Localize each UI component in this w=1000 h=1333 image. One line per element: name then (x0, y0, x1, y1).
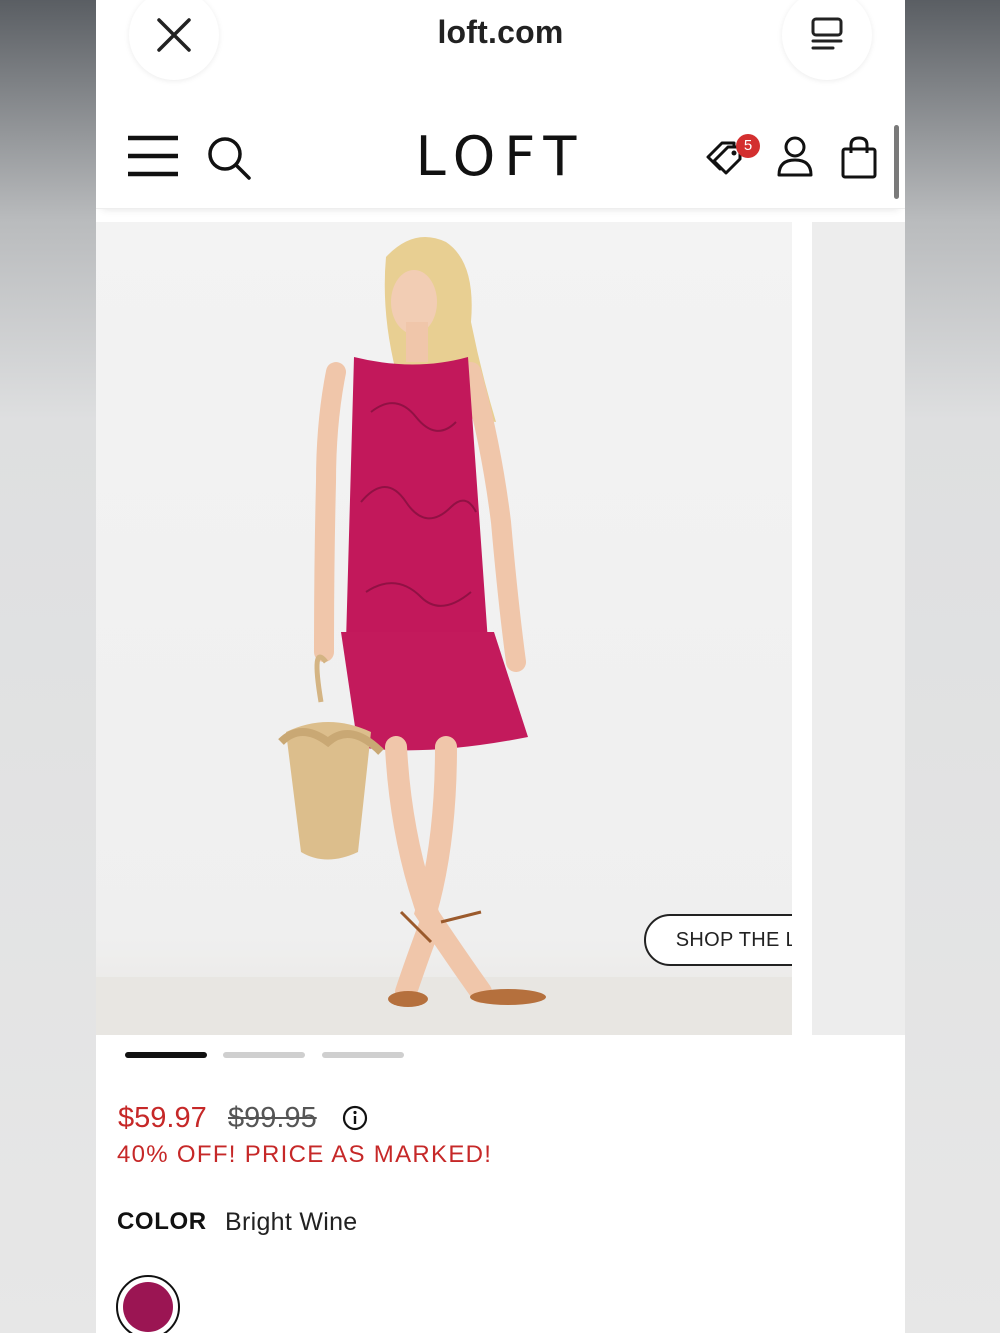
tabs-button[interactable] (782, 0, 872, 80)
sale-price: $59.97 (118, 1102, 207, 1134)
offers-badge: 5 (736, 134, 760, 158)
product-image[interactable]: SHOP THE LOOK (96, 222, 792, 1035)
shop-the-look-button[interactable]: SHOP THE LOOK (644, 914, 792, 966)
account-icon[interactable] (776, 135, 814, 179)
pager-dot-1[interactable] (125, 1052, 207, 1058)
pager-dot-2[interactable] (223, 1052, 305, 1058)
scroll-indicator (894, 125, 899, 199)
bag-icon[interactable] (840, 135, 878, 179)
browser-sheet: loft.com LOFT 5 SHOP THE L $59.97 $99.95… (96, 0, 905, 1333)
pager-dot-3[interactable] (322, 1052, 404, 1058)
color-swatch-bright-wine[interactable] (116, 1275, 180, 1333)
color-label: COLOR (117, 1208, 207, 1235)
original-price: $99.95 (228, 1102, 317, 1134)
promo-text: 40% OFF! PRICE AS MARKED! (117, 1141, 493, 1168)
next-image-peek[interactable] (812, 222, 905, 1035)
tabs-icon (811, 17, 843, 50)
info-icon[interactable] (342, 1105, 368, 1131)
site-header: LOFT 5 (96, 105, 905, 209)
color-value: Bright Wine (225, 1208, 358, 1236)
swatch-fill (123, 1282, 173, 1332)
